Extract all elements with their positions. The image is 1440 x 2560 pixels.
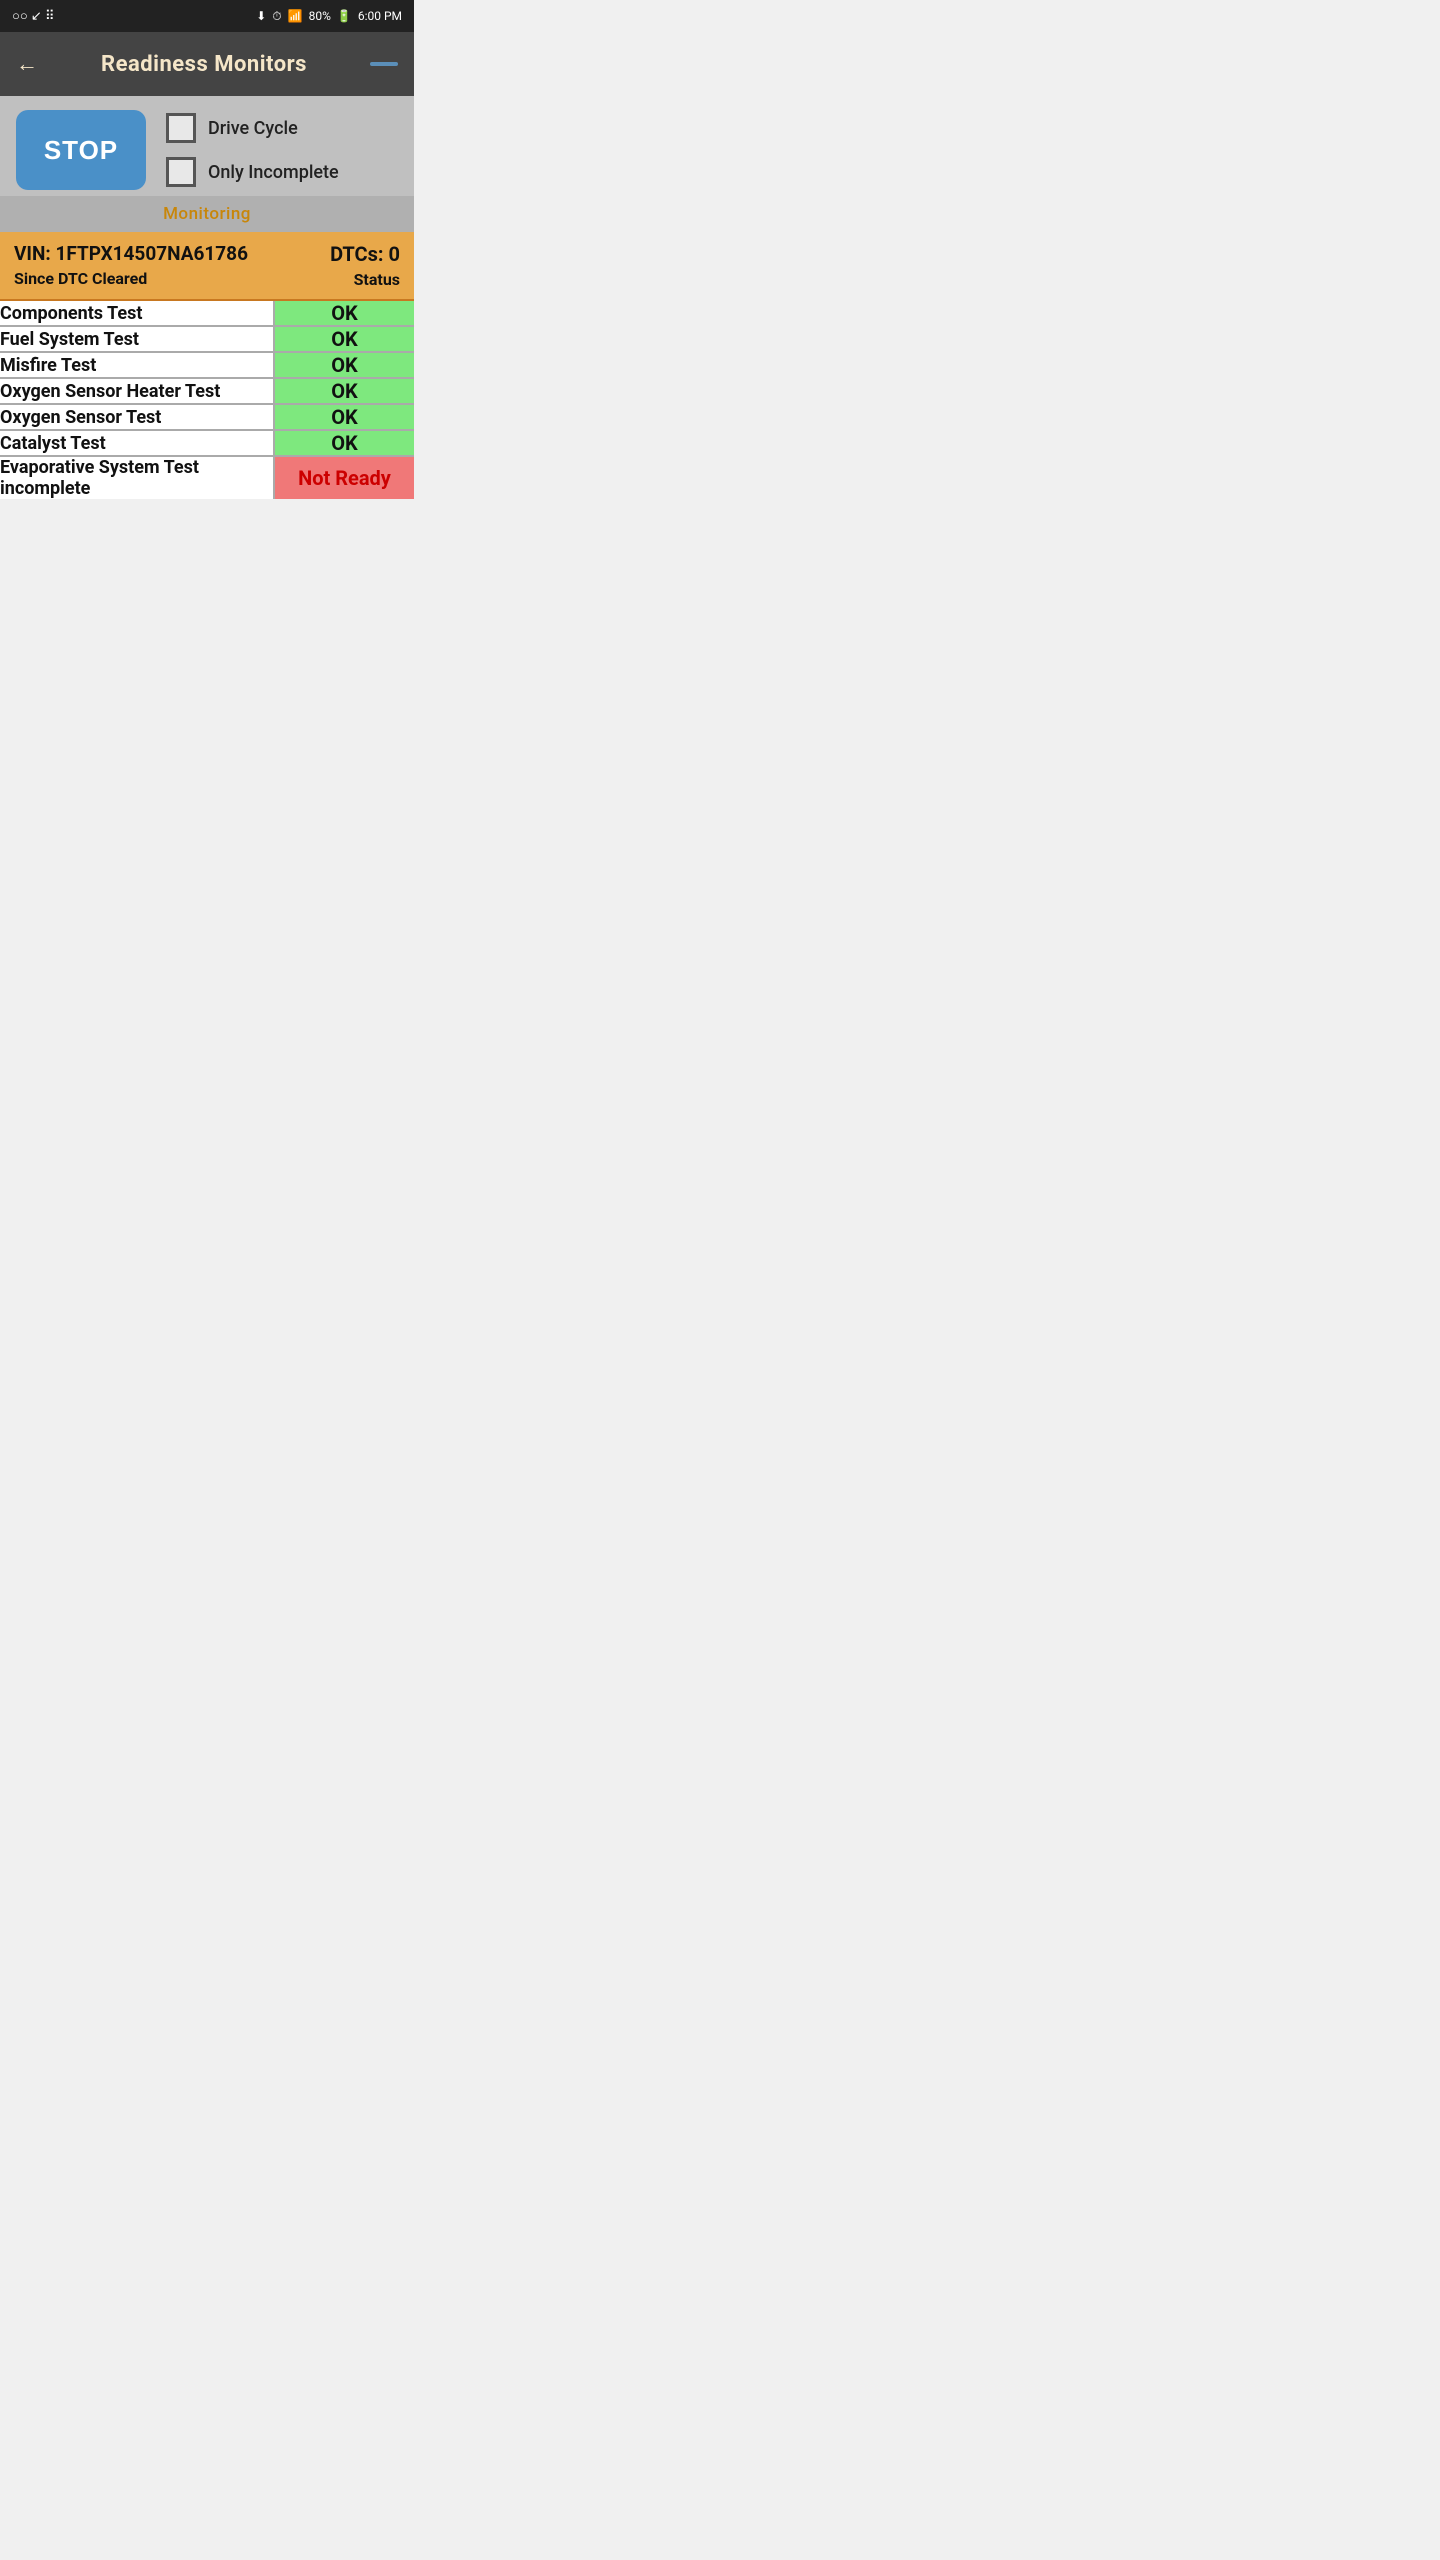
dtcs-count: DTCs: 0 (330, 242, 400, 266)
bluetooth-icon: ⬇︎ (256, 9, 266, 23)
only-incomplete-checkbox[interactable] (166, 157, 196, 187)
status-cell: Not Ready (274, 456, 414, 499)
drive-cycle-checkbox[interactable] (166, 113, 196, 143)
alarm-icon: ⏱ (272, 9, 281, 24)
table-row: Oxygen Sensor TestOK (0, 404, 414, 430)
status-bar: ○○ ↙ ⠿ ⬇︎ ⏱ 📶 80% 🔋 6:00 PM (0, 0, 414, 32)
test-name-cell: Oxygen Sensor Heater Test (0, 378, 274, 404)
test-name-cell: Oxygen Sensor Test (0, 404, 274, 430)
back-button[interactable]: ← (16, 51, 38, 77)
drive-cycle-row: Drive Cycle (166, 113, 339, 143)
vin-number: VIN: 1FTPX14507NA61786 (14, 242, 248, 265)
table-row: Components TestOK (0, 301, 414, 326)
controls-area: STOP Drive Cycle Only Incomplete (0, 96, 414, 196)
only-incomplete-row: Only Incomplete (166, 157, 339, 187)
status-cell: OK (274, 352, 414, 378)
monitoring-bar: Monitoring (0, 196, 414, 232)
vin-left: VIN: 1FTPX14507NA61786 Since DTC Cleared (14, 242, 248, 288)
since-dtc-label: Since DTC Cleared (14, 269, 248, 288)
test-name-cell: Catalyst Test (0, 430, 274, 456)
stop-button[interactable]: STOP (16, 110, 146, 190)
page-title: Readiness Monitors (101, 52, 307, 77)
minimize-button[interactable] (370, 62, 398, 66)
test-name-cell: Components Test (0, 301, 274, 326)
test-name-cell: Evaporative System Test incomplete (0, 456, 274, 499)
table-row: Misfire TestOK (0, 352, 414, 378)
status-cell: OK (274, 430, 414, 456)
table-row: Fuel System TestOK (0, 326, 414, 352)
top-nav: ← Readiness Monitors (0, 32, 414, 96)
vin-right: DTCs: 0 Status (330, 242, 400, 289)
vin-header: VIN: 1FTPX14507NA61786 Since DTC Cleared… (0, 232, 414, 301)
battery-level: 80% (309, 9, 331, 23)
monitor-table: Components TestOKFuel System TestOKMisfi… (0, 301, 414, 499)
battery-icon: 🔋 (337, 9, 352, 23)
status-cell: OK (274, 326, 414, 352)
status-cell: OK (274, 301, 414, 326)
test-name-cell: Misfire Test (0, 352, 274, 378)
test-name-cell: Fuel System Test (0, 326, 274, 352)
only-incomplete-label: Only Incomplete (208, 162, 339, 183)
bottom-spacer (0, 499, 414, 529)
monitoring-label: Monitoring (163, 204, 251, 224)
status-bar-left: ○○ ↙ ⠿ (12, 8, 55, 24)
status-cell: OK (274, 378, 414, 404)
table-row: Catalyst TestOK (0, 430, 414, 456)
table-row: Oxygen Sensor Heater TestOK (0, 378, 414, 404)
drive-cycle-label: Drive Cycle (208, 118, 298, 139)
status-icons: ○○ ↙ ⠿ (12, 8, 55, 24)
status-cell: OK (274, 404, 414, 430)
status-bar-right: ⬇︎ ⏱ 📶 80% 🔋 6:00 PM (256, 9, 402, 24)
checkboxes-container: Drive Cycle Only Incomplete (166, 113, 339, 187)
clock-time: 6:00 PM (358, 9, 402, 23)
wifi-icon: 📶 (288, 9, 303, 23)
table-row: Evaporative System Test incompleteNot Re… (0, 456, 414, 499)
status-column-label: Status (330, 270, 400, 289)
